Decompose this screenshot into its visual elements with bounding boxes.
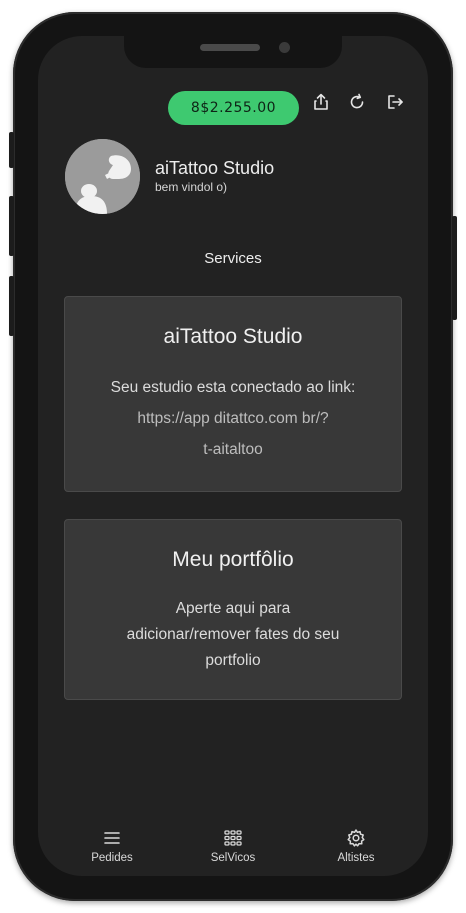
share-icon[interactable] (311, 92, 331, 112)
grid-icon (224, 830, 242, 846)
studio-link-text: t-aitaltoo (203, 441, 263, 458)
menu-icon (104, 832, 120, 844)
studio-link-text: https://app ditattco.com br/? (137, 410, 329, 427)
logout-icon[interactable] (385, 92, 405, 112)
tab-servicos[interactable]: SelVicos (183, 828, 283, 864)
tab-label: Pedides (91, 852, 133, 864)
volume-up-button (9, 196, 14, 256)
front-camera (279, 42, 290, 53)
tab-artistas[interactable]: Altistes (306, 828, 406, 864)
refresh-icon[interactable] (347, 92, 367, 112)
welcome-text: bem vindol o) (155, 180, 228, 194)
power-button (452, 216, 457, 320)
mute-switch (9, 132, 14, 168)
avatar[interactable] (65, 139, 140, 214)
card-title: aiTattoo Studio (163, 325, 303, 348)
card-text: portfolio (205, 652, 261, 669)
volume-down-button (9, 276, 14, 336)
speaker-grille (200, 44, 260, 51)
balance-badge[interactable]: 8$2.255.00 (168, 91, 299, 125)
studio-link-card[interactable]: aiTattoo Studio Seu estudio esta conecta… (64, 296, 402, 492)
card-text: Aperte aqui para (175, 600, 291, 617)
card-text: Seu estudio esta conectado ao link: (110, 379, 356, 396)
tab-label: SelVicos (210, 852, 256, 864)
notch (124, 36, 342, 68)
services-heading: Services (204, 250, 262, 267)
gear-icon (347, 829, 365, 847)
studio-name: aiTattoo Studio (155, 158, 275, 178)
card-title: Meu portfôlio (172, 548, 294, 571)
tab-label: Altistes (337, 852, 375, 864)
card-text: adicionar/remover fates do seu (126, 626, 340, 643)
portfolio-card[interactable]: Meu portfôlio Aperte aqui para adicionar… (64, 519, 402, 700)
tab-pedidos[interactable]: Pedides (62, 828, 162, 864)
